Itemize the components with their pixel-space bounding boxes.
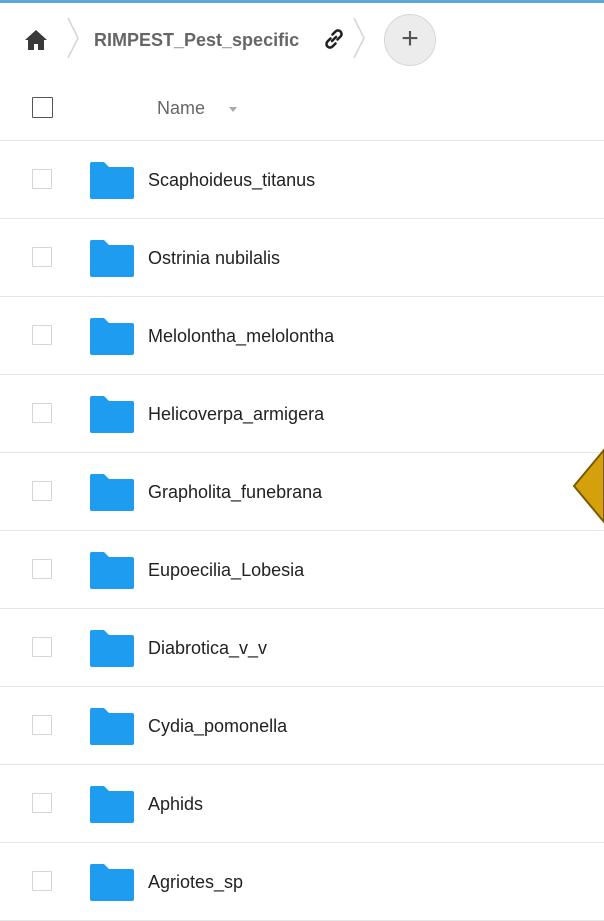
row-checkbox[interactable] [32, 481, 52, 501]
row-checkbox[interactable] [32, 247, 52, 267]
row-checkbox[interactable] [32, 871, 52, 891]
folder-icon [90, 630, 134, 667]
select-all-checkbox[interactable] [32, 97, 53, 118]
folder-name[interactable]: Helicoverpa_armigera [148, 400, 324, 428]
row-checkbox[interactable] [32, 793, 52, 813]
plus-icon: + [401, 22, 419, 55]
name-column-header[interactable]: Name [157, 94, 205, 122]
folder-icon [90, 864, 134, 901]
list-item[interactable]: Grapholita_funebrana [0, 453, 604, 531]
file-list: Scaphoideus_titanus Ostrinia nubilalis M… [0, 141, 604, 921]
row-checkbox[interactable] [32, 169, 52, 189]
breadcrumb-separator-icon [353, 17, 365, 59]
folder-icon [90, 474, 134, 511]
folder-icon [90, 786, 134, 823]
list-item[interactable]: Agriotes_sp [0, 843, 604, 921]
row-checkbox[interactable] [32, 715, 52, 735]
list-item[interactable]: Aphids [0, 765, 604, 843]
folder-icon [90, 552, 134, 589]
folder-name[interactable]: Agriotes_sp [148, 868, 243, 896]
folder-name[interactable]: Melolontha_melolontha [148, 322, 334, 350]
folder-name[interactable]: Scaphoideus_titanus [148, 166, 315, 194]
list-item[interactable]: Helicoverpa_armigera [0, 375, 604, 453]
row-checkbox[interactable] [32, 559, 52, 579]
folder-name[interactable]: Eupoecilia_Lobesia [148, 556, 304, 584]
diamond-marker-icon [572, 448, 604, 524]
list-item[interactable]: Diabrotica_v_v [0, 609, 604, 687]
caret-down-icon[interactable] [227, 106, 239, 114]
folder-icon [90, 318, 134, 355]
folder-icon [90, 162, 134, 199]
folder-icon [90, 708, 134, 745]
folder-name[interactable]: Ostrinia nubilalis [148, 244, 280, 272]
list-item[interactable]: Eupoecilia_Lobesia [0, 531, 604, 609]
folder-icon [90, 396, 134, 433]
breadcrumb: RIMPEST_Pest_specific + [0, 6, 604, 74]
link-icon[interactable] [322, 27, 346, 51]
list-item[interactable]: Ostrinia nubilalis [0, 219, 604, 297]
row-checkbox[interactable] [32, 325, 52, 345]
list-header: Name [0, 74, 604, 141]
add-new-button[interactable]: + [384, 14, 436, 66]
list-item[interactable]: Cydia_pomonella [0, 687, 604, 765]
folder-name[interactable]: Diabrotica_v_v [148, 634, 267, 662]
folder-name[interactable]: Aphids [148, 790, 203, 818]
list-item[interactable]: Scaphoideus_titanus [0, 141, 604, 219]
list-item[interactable]: Melolontha_melolontha [0, 297, 604, 375]
folder-name[interactable]: Grapholita_funebrana [148, 478, 322, 506]
folder-name[interactable]: Cydia_pomonella [148, 712, 287, 740]
folder-icon [90, 240, 134, 277]
top-accent-line [0, 0, 604, 3]
home-icon[interactable] [22, 26, 50, 54]
row-checkbox[interactable] [32, 637, 52, 657]
breadcrumb-separator-icon [67, 17, 79, 59]
row-checkbox[interactable] [32, 403, 52, 423]
breadcrumb-current-folder[interactable]: RIMPEST_Pest_specific [94, 26, 299, 54]
